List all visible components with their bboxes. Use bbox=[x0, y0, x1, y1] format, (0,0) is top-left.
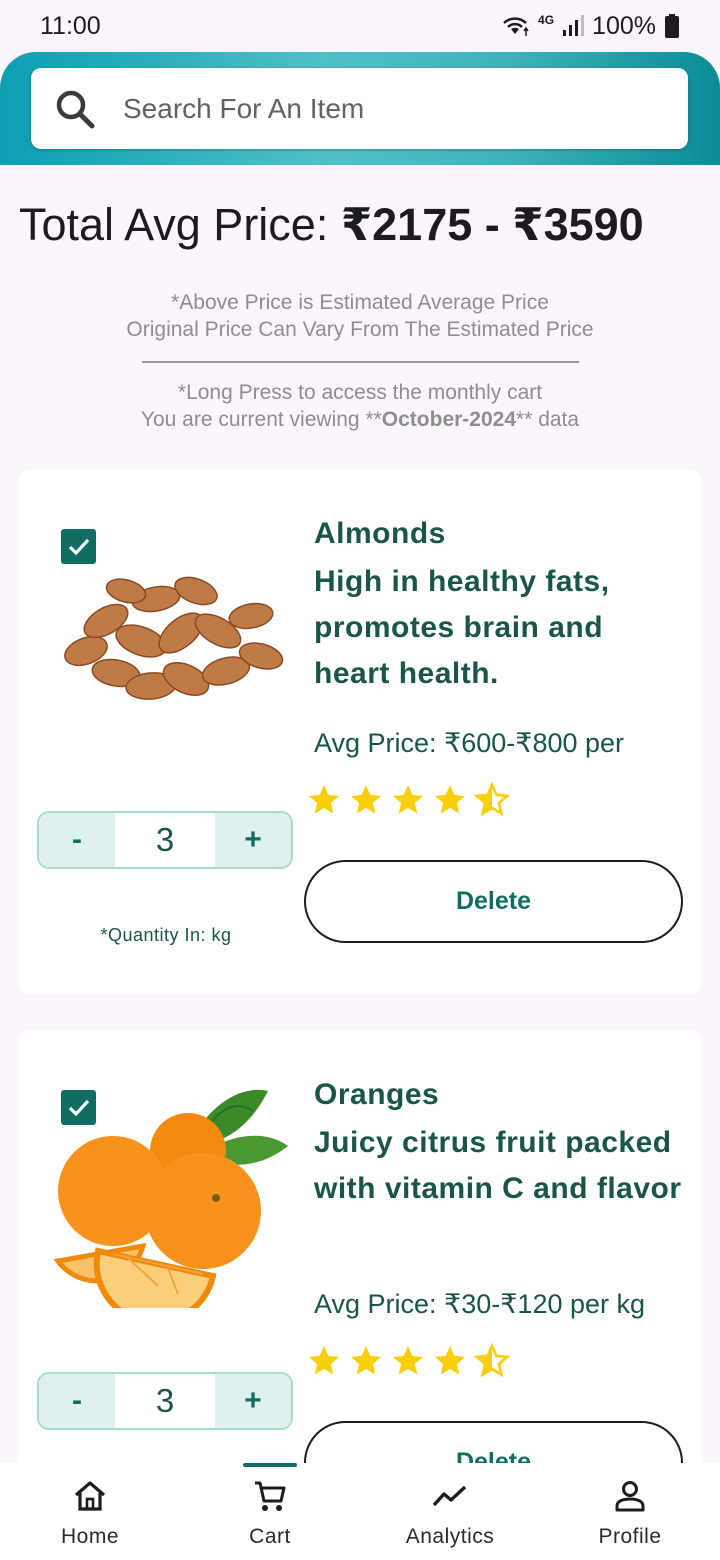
total-price-label: Total Avg Price: bbox=[19, 199, 341, 250]
battery-percent: 100% bbox=[592, 11, 656, 40]
oranges-image bbox=[53, 1089, 288, 1308]
price-note-line1: *Above Price is Estimated Average Price bbox=[171, 291, 549, 314]
divider bbox=[142, 361, 579, 363]
increment-button[interactable]: + bbox=[215, 1374, 291, 1428]
nav-cart[interactable]: Cart bbox=[180, 1463, 360, 1560]
rating-stars bbox=[306, 1343, 510, 1379]
status-time: 11:00 bbox=[40, 11, 101, 40]
star-icon bbox=[393, 1346, 423, 1375]
nav-label-analytics: Analytics bbox=[405, 1525, 495, 1548]
item-name: Almonds bbox=[314, 517, 446, 550]
almonds-image bbox=[64, 576, 284, 700]
bottom-navigation: Home Cart Analytics Profile bbox=[0, 1463, 720, 1560]
cart-note-suffix: ** data bbox=[516, 408, 580, 431]
half-star-icon bbox=[474, 782, 510, 817]
quantity-value: 3 bbox=[115, 813, 215, 867]
star-icon bbox=[435, 785, 465, 814]
search-input[interactable] bbox=[121, 91, 625, 126]
half-star-icon bbox=[474, 1343, 510, 1378]
total-price-value: ₹2175 - ₹3590 bbox=[340, 199, 644, 250]
quantity-stepper[interactable]: - 3 + bbox=[37, 811, 293, 869]
star-icon bbox=[351, 1346, 381, 1375]
signal-icon bbox=[563, 15, 585, 36]
cart-item-card[interactable]: Oranges Juicy citrus fruit packed with v… bbox=[18, 1030, 702, 1504]
nav-home[interactable]: Home bbox=[0, 1463, 180, 1560]
nav-profile[interactable]: Profile bbox=[540, 1463, 720, 1560]
price-note-line2: Original Price Can Vary From The Estimat… bbox=[126, 318, 594, 341]
decrement-button[interactable]: - bbox=[39, 1374, 115, 1428]
item-description: Juicy citrus fruit packed with vitamin C… bbox=[314, 1126, 682, 1205]
home-icon bbox=[74, 1481, 106, 1511]
quantity-stepper[interactable]: - 3 + bbox=[37, 1372, 293, 1430]
nav-label-home: Home bbox=[60, 1525, 120, 1548]
star-icon bbox=[309, 785, 339, 814]
item-name: Oranges bbox=[314, 1078, 440, 1111]
nav-label-cart: Cart bbox=[249, 1525, 291, 1548]
search-bar[interactable] bbox=[31, 68, 688, 149]
battery-icon bbox=[665, 14, 679, 38]
cart-note-line1: *Long Press to access the monthly cart bbox=[177, 381, 543, 404]
star-icon bbox=[435, 1346, 465, 1375]
cart-icon bbox=[255, 1481, 286, 1511]
cart-note-month: October-2024 bbox=[381, 408, 517, 431]
star-icon bbox=[393, 785, 423, 814]
star-icon bbox=[351, 785, 381, 814]
status-bar: 11:00 4G 100% bbox=[0, 0, 720, 52]
cart-note-line2: You are current viewing **October-2024**… bbox=[0, 406, 720, 433]
item-checkbox[interactable] bbox=[61, 529, 96, 564]
decrement-button[interactable]: - bbox=[39, 813, 115, 867]
quantity-unit-note: *Quantity In: kg bbox=[100, 925, 232, 945]
item-description: High in healthy fats, promotes brain and… bbox=[314, 565, 610, 690]
quantity-value: 3 bbox=[115, 1374, 215, 1428]
increment-button[interactable]: + bbox=[215, 813, 291, 867]
rating-stars bbox=[306, 782, 510, 818]
item-price: Avg Price: ₹600-₹800 per bbox=[314, 728, 625, 758]
nav-label-profile: Profile bbox=[598, 1525, 662, 1548]
search-icon bbox=[56, 90, 95, 128]
item-price: Avg Price: ₹30-₹120 per kg bbox=[314, 1289, 646, 1319]
wifi-icon bbox=[503, 17, 529, 36]
cart-item-card[interactable]: Almonds High in healthy fats, promotes b… bbox=[18, 469, 702, 994]
status-icons: 4G 100% bbox=[500, 12, 680, 41]
profile-icon bbox=[615, 1481, 645, 1512]
analytics-icon bbox=[432, 1485, 467, 1507]
cart-note-prefix: You are current viewing ** bbox=[140, 408, 382, 431]
delete-button[interactable]: Delete bbox=[304, 860, 683, 943]
nav-active-indicator bbox=[243, 1463, 297, 1467]
network-type-label: 4G bbox=[538, 13, 555, 27]
total-avg-price: Total Avg Price: ₹2175 - ₹3590 bbox=[19, 198, 644, 251]
nav-analytics[interactable]: Analytics bbox=[360, 1463, 540, 1560]
star-icon bbox=[309, 1346, 339, 1375]
check-icon bbox=[68, 538, 89, 555]
